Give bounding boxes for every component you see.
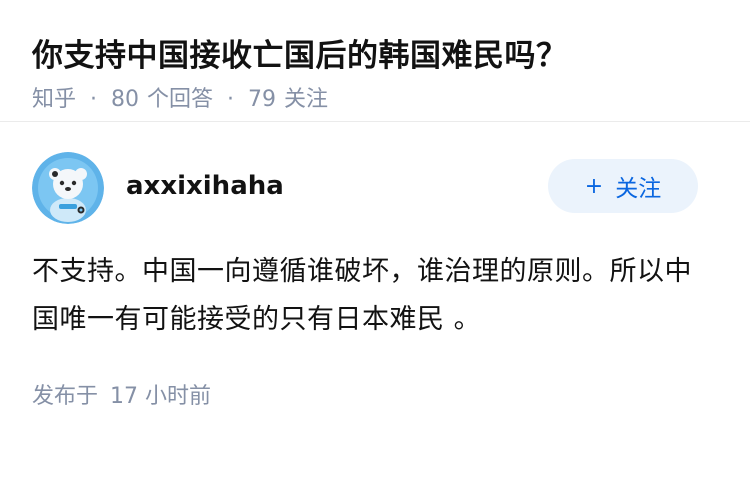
published-time: 17 小时前	[110, 384, 212, 409]
question-title[interactable]: 你支持中国接收亡国后的韩国难民吗？	[32, 30, 718, 82]
follow-label: 关注	[615, 176, 662, 202]
author-row: axxixihaha + 关注	[32, 152, 718, 224]
answer-content[interactable]: 不支持。中国一向遵循谁破坏，谁治理的原则。所以中国唯一有可能接受的只有日本难民 …	[32, 248, 718, 344]
meta-separator: ·	[90, 87, 98, 112]
followers-count[interactable]: 79	[248, 84, 276, 116]
published-label: 发布于	[32, 384, 99, 409]
answer-card: axxixihaha + 关注 不支持。中国一向遵循谁破坏，谁治理的原则。所以中…	[0, 122, 750, 413]
followers-label[interactable]: 关注	[284, 84, 328, 116]
source-label[interactable]: 知乎	[32, 84, 76, 116]
meta-separator: ·	[227, 87, 235, 112]
plus-icon: +	[584, 173, 604, 199]
question-header: 你支持中国接收亡国后的韩国难民吗？ 知乎 · 80 个回答 · 79 关注	[0, 0, 750, 122]
cartoon-bear-avatar-icon[interactable]	[32, 152, 104, 224]
question-meta: 知乎 · 80 个回答 · 79 关注	[32, 84, 718, 116]
follow-button[interactable]: + 关注	[548, 159, 698, 213]
answers-label[interactable]: 个回答	[147, 84, 213, 116]
answer-timestamp: 发布于 17 小时前	[32, 381, 718, 413]
answers-count[interactable]: 80	[111, 84, 139, 116]
author-name[interactable]: axxixihaha	[126, 171, 548, 201]
